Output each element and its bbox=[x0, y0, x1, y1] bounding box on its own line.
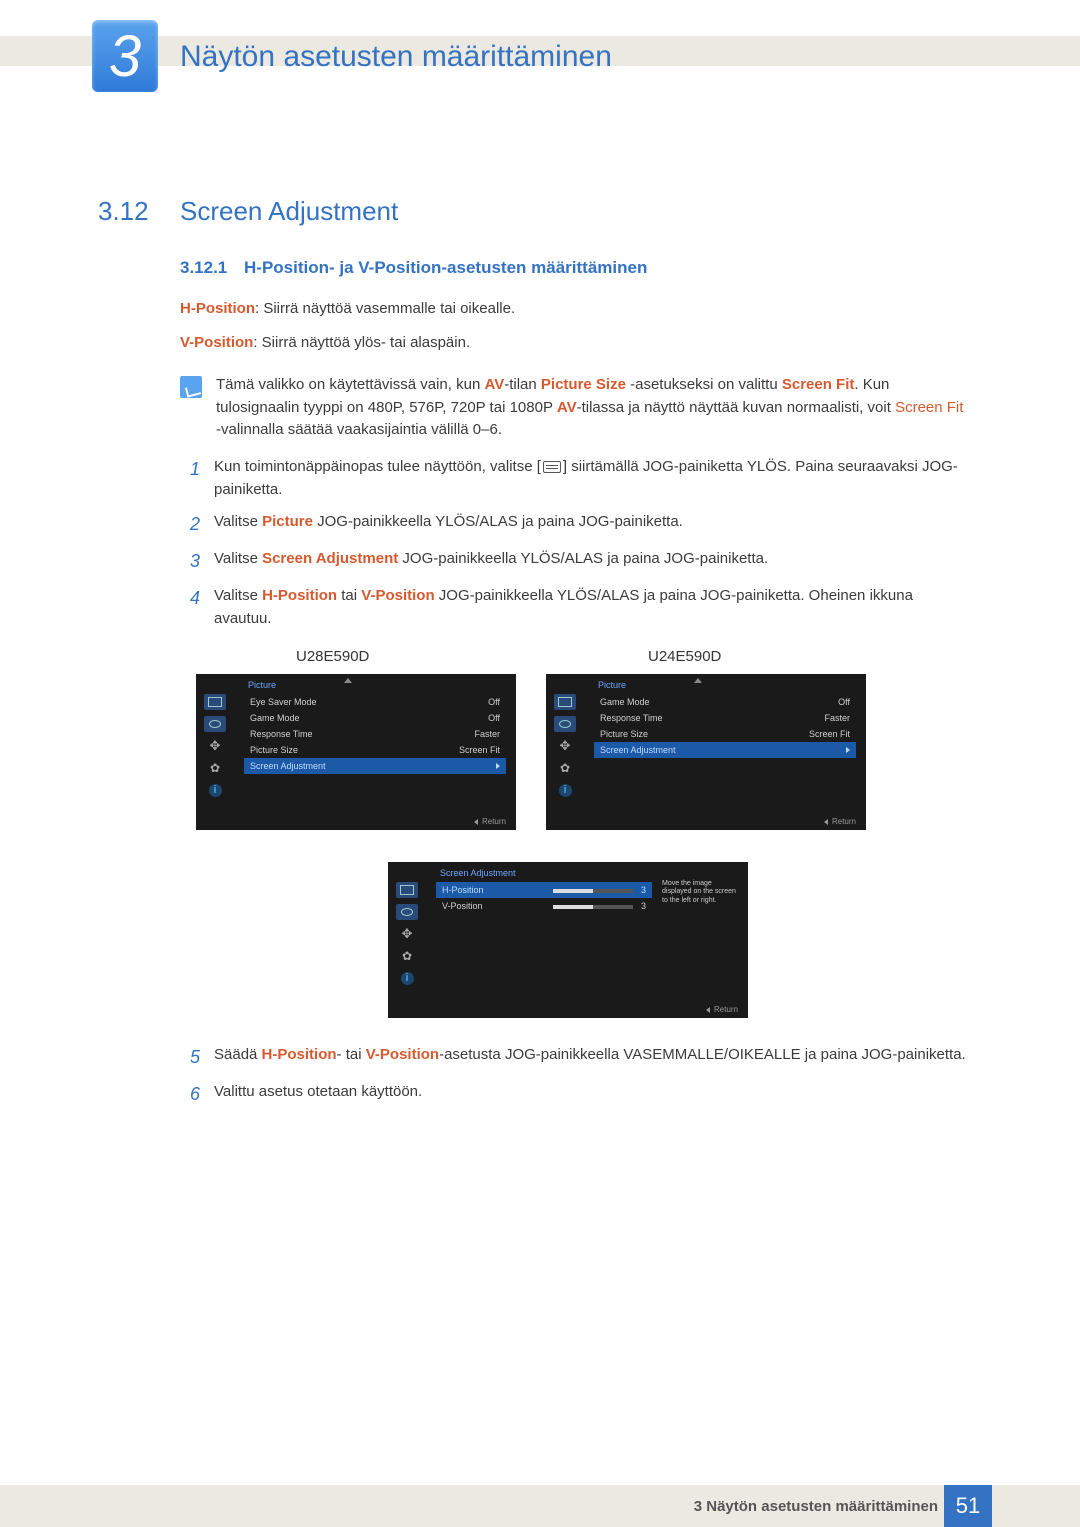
section-title: Screen Adjustment bbox=[180, 196, 398, 227]
osd-row: V-Position3 bbox=[436, 898, 652, 914]
osd-row: H-Position3 bbox=[436, 882, 652, 898]
osd-row: Picture SizeScreen Fit bbox=[594, 726, 856, 742]
return-label: Return bbox=[824, 817, 856, 826]
osd-row: Response TimeFaster bbox=[244, 726, 506, 742]
picture-icon bbox=[204, 716, 226, 732]
subsection-title: H-Position- ja V-Position-asetusten määr… bbox=[244, 258, 647, 277]
osd-row: Game ModeOff bbox=[594, 694, 856, 710]
info-icon bbox=[204, 782, 226, 798]
model-label-1: U28E590D bbox=[296, 648, 369, 665]
step-3: 3 Valitse Screen Adjustment JOG-painikke… bbox=[180, 548, 970, 575]
osd-sidebar bbox=[204, 694, 232, 798]
osd-row: Picture SizeScreen Fit bbox=[244, 742, 506, 758]
model-label-2: U24E590D bbox=[648, 648, 721, 665]
note-icon bbox=[180, 376, 202, 398]
vposition-label: V-Position bbox=[180, 334, 253, 351]
monitor-icon bbox=[396, 882, 418, 898]
left-arrow-icon bbox=[824, 819, 828, 825]
step-6: 6 Valittu asetus otetaan käyttöön. bbox=[180, 1081, 970, 1108]
osd-row: Screen Adjustment bbox=[244, 758, 506, 774]
info-icon bbox=[554, 782, 576, 798]
osd-row: Response TimeFaster bbox=[594, 710, 856, 726]
step-5: 5 Säädä H-Position- tai V-Position-asetu… bbox=[180, 1044, 970, 1071]
chapter-title: Näytön asetusten määrittäminen bbox=[180, 40, 612, 74]
return-label: Return bbox=[706, 1005, 738, 1014]
osd-tooltip: Move the image displayed on the screen t… bbox=[662, 880, 740, 905]
note-block: Tämä valikko on käytettävissä vain, kun … bbox=[180, 374, 970, 442]
monitor-icon bbox=[554, 694, 576, 710]
page-number: 51 bbox=[944, 1485, 992, 1527]
step-1: 1 Kun toimintonäppäinopas tulee näyttöön… bbox=[180, 456, 970, 501]
osd-row: Game ModeOff bbox=[244, 710, 506, 726]
return-label: Return bbox=[474, 817, 506, 826]
up-arrow-icon bbox=[344, 678, 352, 683]
steps-list-top: 1 Kun toimintonäppäinopas tulee näyttöön… bbox=[180, 456, 970, 640]
subsection-heading: 3.12.1 H-Position- ja V-Position-asetust… bbox=[180, 258, 647, 278]
step-4: 4 Valitse H-Position tai V-Position JOG-… bbox=[180, 585, 970, 630]
definition-hposition: H-Position: Siirrä näyttöä vasemmalle ta… bbox=[180, 298, 970, 321]
subsection-number: 3.12.1 bbox=[180, 258, 227, 277]
left-arrow-icon bbox=[706, 1007, 710, 1013]
menu-icon bbox=[543, 461, 561, 473]
picture-icon bbox=[554, 716, 576, 732]
step-2: 2 Valitse Picture JOG-painikkeella YLÖS/… bbox=[180, 511, 970, 538]
osd-row: Screen Adjustment bbox=[594, 742, 856, 758]
move-icon bbox=[554, 738, 576, 754]
definition-vposition: V-Position: Siirrä näyttöä ylös- tai ala… bbox=[180, 332, 970, 355]
chapter-number: 3 bbox=[109, 23, 141, 90]
footer-text: 3 Näytön asetusten määrittäminen bbox=[694, 1498, 938, 1515]
osd-sidebar bbox=[396, 882, 424, 986]
picture-icon bbox=[396, 904, 418, 920]
osd-sidebar bbox=[554, 694, 582, 798]
chapter-badge: 3 bbox=[92, 20, 158, 92]
left-arrow-icon bbox=[474, 819, 478, 825]
osd-menu-1: Picture Eye Saver ModeOffGame ModeOffRes… bbox=[196, 674, 516, 830]
osd-row: Eye Saver ModeOff bbox=[244, 694, 506, 710]
hposition-label: H-Position bbox=[180, 300, 255, 317]
gear-icon bbox=[554, 760, 576, 776]
move-icon bbox=[204, 738, 226, 754]
monitor-icon bbox=[204, 694, 226, 710]
section-number: 3.12 bbox=[98, 196, 149, 227]
osd-menu-3: Screen Adjustment H-Position3V-Position3… bbox=[388, 862, 748, 1018]
info-icon bbox=[396, 970, 418, 986]
up-arrow-icon bbox=[694, 678, 702, 683]
steps-list-bottom: 5 Säädä H-Position- tai V-Position-asetu… bbox=[180, 1044, 970, 1118]
gear-icon bbox=[396, 948, 418, 964]
gear-icon bbox=[204, 760, 226, 776]
move-icon bbox=[396, 926, 418, 942]
note-text: Tämä valikko on käytettävissä vain, kun … bbox=[216, 374, 970, 442]
osd-menu-2: Picture Game ModeOffResponse TimeFasterP… bbox=[546, 674, 866, 830]
